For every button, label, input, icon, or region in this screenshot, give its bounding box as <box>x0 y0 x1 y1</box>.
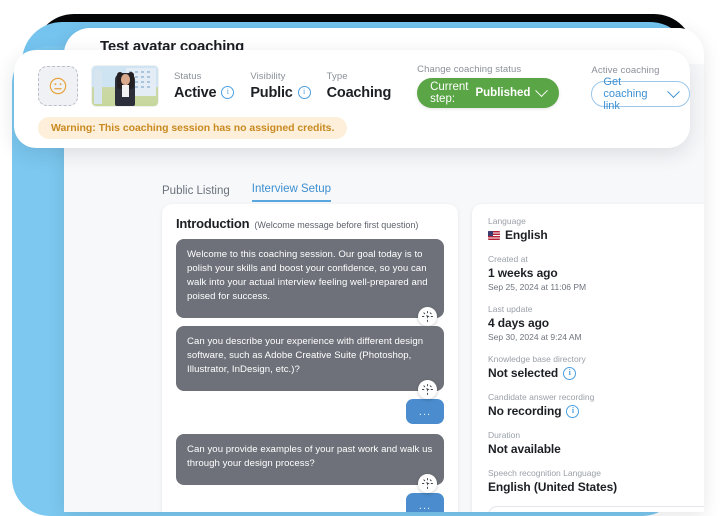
detail-last-update: Last update 4 days ago Sep 30, 2024 at 9… <box>488 304 704 343</box>
current-step-dropdown[interactable]: Current step: Published <box>417 78 560 108</box>
cursor-click-icon[interactable] <box>418 307 437 326</box>
introduction-title: Introduction <box>176 216 250 231</box>
detail-value: English <box>505 228 548 242</box>
detail-label: Created at <box>488 254 528 264</box>
detail-label: Language <box>488 216 526 226</box>
chevron-down-icon[interactable] <box>535 83 549 97</box>
detail-label: Knowledge base directory <box>488 354 586 364</box>
bot-message-bubble[interactable]: Can you provide examples of your past wo… <box>176 434 444 493</box>
detail-label: Duration <box>488 430 521 440</box>
field-value: Coaching <box>326 84 392 101</box>
session-header-card: Status Active i Visibility Public i Type… <box>14 50 690 148</box>
bot-message-text: Can you describe your experience with di… <box>187 336 424 375</box>
detail-value-row: English <box>488 227 704 243</box>
field-change-status: Change coaching status Current step: Pub… <box>417 64 560 108</box>
get-coaching-link-label: Get coaching link <box>603 76 648 112</box>
detail-subvalue: Sep 30, 2024 at 9:24 AM <box>488 332 582 342</box>
bot-message-text: Welcome to this coaching session. Our go… <box>187 249 428 302</box>
tab-interview-setup[interactable]: Interview Setup <box>251 183 332 202</box>
chevron-down-icon[interactable] <box>667 84 680 98</box>
session-details-panel: Language English Created at 1 weeks ago … <box>472 204 704 512</box>
detail-created-at: Created at 1 weeks ago Sep 25, 2024 at 1… <box>488 254 704 293</box>
neutral-face-icon[interactable] <box>38 66 78 106</box>
info-icon[interactable]: i <box>297 86 311 99</box>
field-value-row: Active i <box>174 84 235 102</box>
detail-value: Not available <box>488 442 561 456</box>
field-visibility: Visibility Public i <box>250 70 311 102</box>
detail-subvalue: Sep 25, 2024 at 11:06 PM <box>488 282 587 292</box>
detail-value: 4 days ago <box>488 316 550 330</box>
detail-value-row: No recording i <box>488 403 704 419</box>
field-label: Visibility <box>250 70 286 82</box>
credits-warning-banner: Warning: This coaching session has no as… <box>38 117 348 139</box>
tab-public-listing[interactable]: Public Listing <box>162 185 230 202</box>
detail-value: English (United States) <box>488 480 618 494</box>
bot-message-bubble[interactable]: Can you describe your experience with di… <box>176 326 444 399</box>
field-value: Active <box>174 84 217 101</box>
person-video-thumbnail[interactable] <box>92 66 158 106</box>
detail-candidate-recording: Candidate answer recording No recording … <box>488 392 704 419</box>
info-icon[interactable]: i <box>221 86 235 99</box>
bot-message-text: Can you provide examples of your past wo… <box>187 444 433 469</box>
introduction-subtitle: (Welcome message before first question) <box>254 220 419 230</box>
detail-value: Not selected <box>488 366 559 380</box>
info-icon[interactable]: i <box>566 404 580 418</box>
detail-label: Last update <box>488 304 533 314</box>
detail-value: 1 weeks ago <box>488 266 558 280</box>
field-label: Type <box>326 70 348 82</box>
info-icon[interactable]: i <box>563 366 577 380</box>
field-value-row: Coaching <box>326 84 392 102</box>
field-label: Change coaching status <box>417 64 522 75</box>
field-value: Public <box>250 84 293 101</box>
get-coaching-link-dropdown[interactable]: Get coaching link <box>591 76 690 112</box>
detail-language: Language English <box>488 216 704 243</box>
content-area: Introduction (Welcome message before fir… <box>162 204 704 512</box>
user-answer-bubble[interactable]: ... <box>406 399 444 424</box>
advanced-configuration-accordion[interactable]: Advanced configuration <box>488 506 704 512</box>
cursor-click-icon[interactable] <box>418 474 437 493</box>
field-value-row: Public i <box>250 84 311 102</box>
detail-value: No recording <box>488 404 562 418</box>
session-header-row: Status Active i Visibility Public i Type… <box>14 50 690 112</box>
detail-speech-language: Speech recognition Language English (Uni… <box>488 468 704 495</box>
introduction-header: Introduction (Welcome message before fir… <box>176 216 444 231</box>
detail-knowledge-base: Knowledge base directory Not selected i <box>488 354 704 381</box>
us-flag-icon <box>488 230 500 240</box>
screenshot-stage: Test avatar coaching Public Listing Inte… <box>0 0 720 516</box>
interview-script-panel: Introduction (Welcome message before fir… <box>162 204 458 512</box>
detail-duration: Duration Not available <box>488 430 704 457</box>
field-status: Status Active i <box>174 70 235 102</box>
current-step-value: Published <box>475 87 531 99</box>
cursor-click-icon[interactable] <box>418 380 437 399</box>
field-type: Type Coaching <box>326 70 392 102</box>
bot-message-bubble[interactable]: Welcome to this coaching session. Our go… <box>176 239 444 326</box>
detail-label: Candidate answer recording <box>488 392 595 402</box>
tab-bar: Public Listing Interview Setup <box>162 178 704 202</box>
current-step-prefix: Current step: <box>430 81 469 105</box>
user-answer-bubble[interactable]: ... <box>406 493 444 512</box>
field-active-coaching: Active coaching Get coaching link <box>591 65 690 112</box>
detail-label: Speech recognition Language <box>488 468 601 478</box>
detail-value-row: Not selected i <box>488 365 704 381</box>
field-label: Status <box>174 70 202 82</box>
